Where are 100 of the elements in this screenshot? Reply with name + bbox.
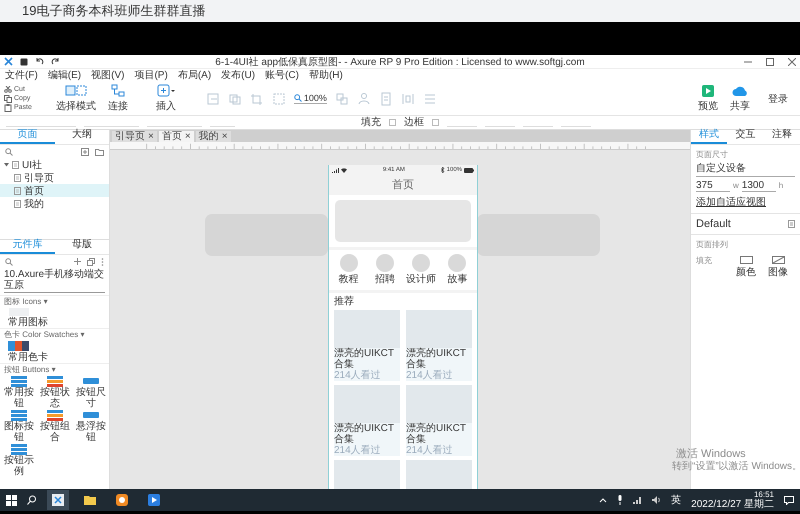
microphone-icon[interactable] (617, 495, 624, 505)
section-title[interactable]: 图标 Icons ▾ (0, 295, 109, 307)
card[interactable]: 漂亮的UIKCT合集 214人看过 (406, 310, 472, 381)
section-title[interactable]: 按钮 Buttons ▾ (0, 363, 109, 375)
close-icon[interactable]: × (222, 131, 228, 142)
card[interactable]: 漂亮的UIKCT合集 214人看过 (406, 385, 472, 456)
input-method-indicator[interactable]: 英 (671, 493, 682, 507)
page-tab[interactable]: 我的 × (196, 131, 231, 142)
library-dropdown[interactable]: 10.Axure手机移动端交互原 (4, 269, 105, 293)
page-item[interactable]: UI社 (0, 158, 109, 171)
panel-tab[interactable]: 母版 (54, 239, 109, 254)
page-item[interactable]: 首页 (0, 184, 109, 197)
maximize-icon[interactable] (766, 58, 774, 66)
document-icon[interactable] (378, 92, 393, 106)
menu-item[interactable]: 编辑(E) (48, 70, 82, 82)
widget-item[interactable]: 按钮状态 (38, 375, 72, 409)
save-icon[interactable] (20, 58, 28, 66)
menu-item[interactable]: 帮助(H) (308, 70, 343, 82)
widget-item[interactable]: 图标按钮 (2, 409, 36, 443)
add-icon[interactable] (74, 258, 81, 265)
widget-item[interactable]: 常用图标 (0, 307, 48, 328)
toolbar-button[interactable]: 预览 (696, 84, 720, 112)
image-placeholder (406, 310, 472, 348)
close-icon[interactable]: × (184, 131, 191, 142)
stream-title: 19电子商务本科班师生群群直播 (22, 2, 206, 20)
person-icon[interactable] (356, 92, 371, 106)
buttons-thumbnail-icon (82, 375, 100, 387)
crop-icon[interactable] (250, 92, 264, 106)
close-icon[interactable]: × (148, 131, 154, 142)
widget-item[interactable]: 悬浮按钮 (74, 409, 108, 443)
toolbar-button[interactable]: 插入 (154, 84, 178, 113)
chevron-up-icon[interactable] (599, 497, 608, 503)
card-title: 漂亮的UIKCT合集 (334, 348, 395, 370)
widget-item[interactable]: 常用按钮 (2, 375, 36, 409)
section-title[interactable]: 色卡 Color Swatches ▾ (0, 328, 109, 340)
fill-option[interactable]: 颜色 (736, 256, 756, 279)
copy-icon[interactable] (87, 258, 95, 266)
page-tab[interactable]: 引导页 × (112, 131, 157, 142)
widget-item[interactable]: 按钮尺寸 (74, 375, 108, 409)
page-item[interactable]: 引导页 (0, 171, 109, 184)
distribute-icon[interactable] (400, 92, 415, 106)
page-item[interactable]: 我的 (0, 197, 109, 210)
card[interactable]: 漂亮的UIKCT合集 214人看过 (334, 385, 400, 456)
menu-item[interactable]: 账号(C) (265, 70, 299, 82)
login-button[interactable]: 登录 (760, 92, 796, 106)
menu-item[interactable]: 布局(A) (178, 70, 212, 82)
toolbar-button[interactable]: 共享 (728, 84, 752, 112)
widget-item[interactable]: 常用色卡 (0, 340, 48, 363)
activation-hint: 转到“设置”以激活 Windows。 (672, 461, 800, 473)
panel-tab[interactable]: 样式 (691, 129, 728, 144)
page-label: 我的 (24, 198, 44, 210)
menu-item[interactable]: 文件(F) (5, 70, 38, 82)
fill-option[interactable]: 图像 (768, 256, 788, 279)
device-dropdown[interactable]: 自定义设备 (696, 160, 795, 177)
document-icon[interactable] (788, 220, 795, 228)
layers-icon[interactable] (228, 92, 242, 106)
category-label: 教程 (338, 274, 358, 285)
clock[interactable]: 16:51 2022/12/27 星期二 (691, 490, 774, 510)
panel-tab[interactable]: 元件库 (0, 239, 54, 254)
cloud-icon (732, 84, 748, 96)
taskbar-app[interactable] (47, 490, 69, 510)
border-swatch[interactable] (432, 119, 439, 126)
panel-tab[interactable]: 页面 (0, 129, 54, 144)
panel-tab[interactable]: 交互 (727, 129, 764, 144)
network-icon[interactable] (633, 496, 642, 504)
group-icon[interactable] (272, 92, 286, 106)
page-tab[interactable]: 首页 × (158, 131, 194, 142)
panel-tab[interactable]: 大纲 (54, 129, 109, 144)
zoom-dropdown[interactable]: 100% (294, 93, 327, 104)
buttons-thumbnail-icon (46, 375, 64, 387)
menu-item[interactable]: 项目(P) (134, 70, 168, 82)
widget-item[interactable]: 按钮组合 (38, 409, 72, 443)
image-placeholder (334, 460, 400, 489)
panel-tab[interactable]: 注释 (764, 129, 800, 144)
menu-item[interactable]: 发布(U) (221, 70, 256, 82)
notification-icon[interactable] (784, 496, 794, 504)
buttons-thumbnail-icon (46, 409, 64, 421)
close-icon[interactable] (788, 58, 796, 66)
toolbar-button[interactable]: 选择模式 (54, 84, 98, 113)
lines-icon[interactable] (422, 92, 437, 106)
width-field[interactable]: 375 (696, 180, 730, 192)
more-icon[interactable] (101, 258, 104, 266)
fill-swatch[interactable] (389, 119, 396, 126)
search-icon[interactable] (27, 495, 37, 505)
folder-icon[interactable] (95, 148, 104, 156)
search-icon (5, 258, 13, 266)
card[interactable]: 漂亮的UIKCT合集 214人看过 (334, 310, 400, 381)
section-heading: 推荐 (334, 296, 354, 308)
app-logo-icon[interactable] (4, 57, 13, 66)
adaptive-view-link[interactable]: 添加自适应视图 (696, 195, 766, 209)
undo-icon[interactable] (35, 58, 44, 66)
menu-item[interactable]: 视图(V) (91, 70, 124, 82)
toolbar-button[interactable]: 连接 (106, 84, 130, 113)
height-field[interactable]: 1300 (742, 180, 776, 192)
add-page-icon[interactable] (81, 148, 89, 156)
speaker-icon[interactable] (652, 496, 662, 504)
align-icon[interactable] (206, 92, 220, 106)
widget-item[interactable]: 按钮示例 (2, 443, 36, 477)
start-icon[interactable] (6, 494, 17, 506)
redo-icon[interactable] (51, 58, 60, 66)
